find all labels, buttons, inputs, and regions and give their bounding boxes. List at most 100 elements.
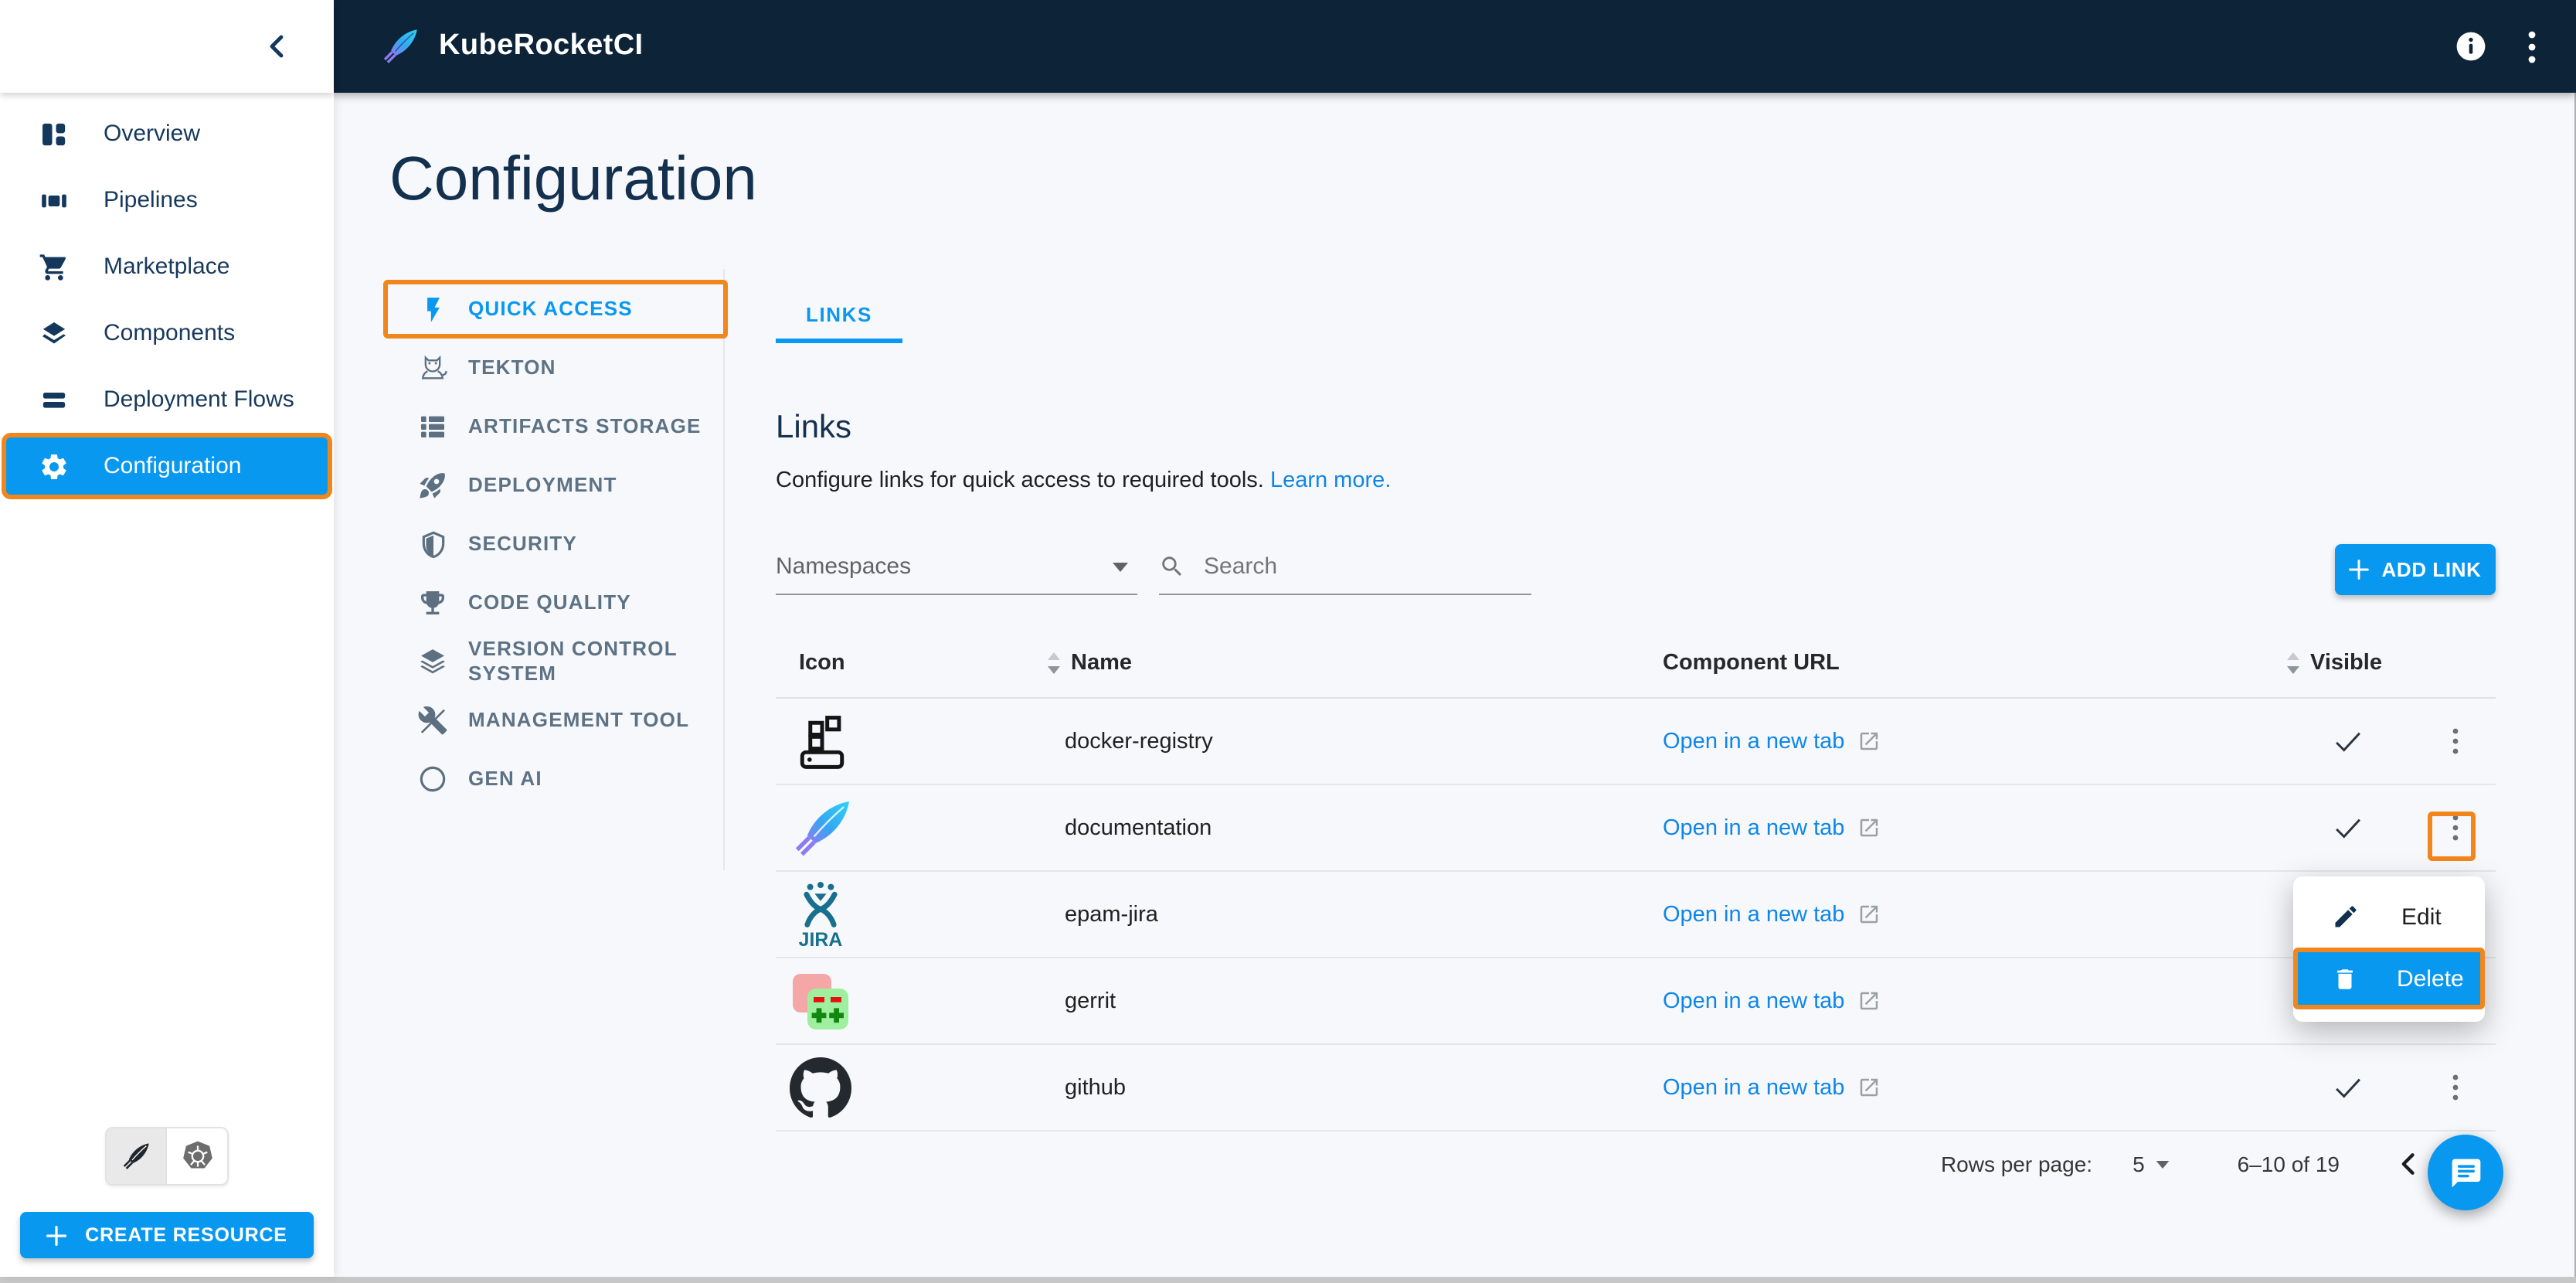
column-header-visible[interactable]: Visible — [2281, 651, 2414, 676]
chat-fab-button[interactable] — [2428, 1135, 2503, 1210]
row-actions-kebab-button-open[interactable] — [2442, 808, 2467, 847]
submenu-item-code-quality[interactable]: CODE QUALITY — [383, 573, 728, 632]
shopping-cart-icon — [37, 250, 71, 284]
external-link-icon — [1857, 816, 1880, 839]
links-description-text: Configure links for quick access to requ… — [776, 468, 1264, 493]
header-actions — [2455, 30, 2536, 63]
docker-registry-icon — [776, 710, 1042, 772]
jira-icon: JIRA — [776, 880, 1042, 948]
tools-icon — [417, 705, 448, 736]
context-menu-edit[interactable]: Edit — [2293, 886, 2485, 948]
github-icon — [776, 1057, 1042, 1118]
learn-more-link[interactable]: Learn more. — [1270, 468, 1391, 493]
submenu-item-label: DEPLOYMENT — [468, 473, 617, 496]
sidebar-collapse-button[interactable] — [260, 28, 294, 65]
info-button[interactable] — [2455, 31, 2486, 62]
gear-icon — [37, 449, 71, 483]
rows-per-page-select[interactable]: 5 — [2133, 1152, 2170, 1176]
submenu-item-tekton[interactable]: TEKTON — [383, 339, 728, 397]
sort-arrows-icon[interactable] — [2287, 652, 2299, 674]
sidebar-item-pipelines[interactable]: Pipelines — [0, 167, 334, 233]
sort-arrows-icon[interactable] — [1048, 652, 1060, 674]
link-name: github — [1065, 1075, 1127, 1100]
row-actions-kebab-button[interactable] — [2442, 1068, 2467, 1107]
submenu-item-security[interactable]: SECURITY — [383, 515, 728, 573]
kubernetes-icon — [180, 1139, 214, 1173]
link-name: docker-registry — [1065, 729, 1213, 754]
visible-checkmark-icon — [2281, 727, 2414, 755]
add-link-label: ADD LINK — [2381, 558, 2482, 581]
table-controls: Namespaces Search ADD LINK — [776, 544, 2496, 595]
tab-links[interactable]: LINKS — [776, 289, 902, 343]
trash-icon — [2332, 965, 2358, 992]
shield-icon — [417, 529, 448, 560]
rocket-icon — [417, 470, 448, 501]
pencil-icon — [2332, 903, 2360, 931]
submenu-item-label: CODE QUALITY — [468, 590, 631, 614]
sidebar-item-label: Marketplace — [104, 254, 230, 280]
submenu-item-management-tool[interactable]: MANAGEMENT TOOL — [383, 691, 728, 750]
row-actions-kebab-button[interactable] — [2442, 722, 2467, 761]
submenu-item-label: ARTIFACTS STORAGE — [468, 414, 702, 437]
submenu-item-label: SECURITY — [468, 532, 578, 555]
submenu-item-version-control-system[interactable]: VERSION CONTROL SYSTEM — [383, 632, 728, 691]
info-icon — [2455, 31, 2486, 62]
context-menu-delete[interactable]: Delete — [2293, 948, 2485, 1009]
page-title: Configuration — [389, 145, 757, 213]
links-heading: Links — [776, 410, 852, 445]
tab-links-label: LINKS — [806, 302, 872, 325]
documentation-feather-icon — [776, 795, 1042, 860]
search-icon — [1159, 553, 1185, 580]
sidebar-item-label: Pipelines — [104, 187, 198, 213]
submenu-item-deployment[interactable]: DEPLOYMENT — [383, 456, 728, 515]
rows-per-page-label: Rows per page: — [1940, 1152, 2093, 1176]
sidebar-item-configuration[interactable]: Configuration — [2, 433, 332, 499]
open-in-new-tab-link[interactable]: Open in a new tab — [1663, 815, 1844, 840]
configuration-submenu: QUICK ACCESS TEKTON ARTIFACTS STORAGE DE… — [334, 269, 728, 870]
external-link-icon — [1857, 730, 1880, 753]
open-in-new-tab-link[interactable]: Open in a new tab — [1663, 989, 1844, 1013]
sidebar-item-overview[interactable]: Overview — [0, 100, 334, 167]
sidebar-item-components[interactable]: Components — [0, 300, 334, 366]
layers-icon — [417, 646, 448, 677]
submenu-item-quick-access[interactable]: QUICK ACCESS — [383, 280, 728, 339]
submenu-item-artifacts-storage[interactable]: ARTIFACTS STORAGE — [383, 397, 728, 456]
column-header-name[interactable]: Name — [1042, 651, 1640, 676]
sidebar-nav: Overview Pipelines Marketplace Component… — [0, 93, 334, 1127]
sidebar-header — [0, 0, 334, 93]
trophy-icon — [417, 587, 448, 618]
table-row: JIRA epam-jira Open in a new tab — [776, 872, 2496, 958]
open-in-new-tab-link[interactable]: Open in a new tab — [1663, 729, 1844, 754]
create-resource-button[interactable]: CREATE RESOURCE — [20, 1212, 314, 1258]
table-row: docker-registry Open in a new tab — [776, 699, 2496, 785]
open-in-new-tab-link[interactable]: Open in a new tab — [1663, 902, 1844, 927]
kubernetes-view-toggle-button[interactable] — [167, 1128, 227, 1184]
previous-page-button[interactable] — [2395, 1150, 2423, 1178]
plus-icon — [46, 1225, 67, 1245]
sidebar-item-label: Configuration — [104, 453, 242, 479]
context-menu-edit-label: Edit — [2401, 904, 2442, 930]
link-name: epam-jira — [1065, 902, 1158, 927]
search-field — [1159, 552, 1531, 595]
storage-list-icon — [417, 411, 448, 442]
chat-icon — [2449, 1155, 2483, 1189]
submenu-item-label: VERSION CONTROL SYSTEM — [468, 637, 678, 685]
visible-checkmark-icon — [2281, 1074, 2414, 1101]
sidebar-item-deployment-flows[interactable]: Deployment Flows — [0, 366, 334, 433]
open-in-new-tab-link[interactable]: Open in a new tab — [1663, 1075, 1844, 1100]
krci-view-toggle-button[interactable] — [107, 1128, 167, 1184]
view-toggle-group — [105, 1127, 229, 1186]
namespaces-select[interactable]: Namespaces — [776, 553, 1137, 595]
components-layers-icon — [37, 316, 71, 350]
search-input[interactable] — [1201, 552, 1485, 581]
column-header-icon: Icon — [799, 651, 845, 676]
submenu-item-label: TEKTON — [468, 356, 556, 379]
header-menu-button[interactable] — [2528, 30, 2536, 63]
context-menu-delete-label: Delete — [2397, 965, 2464, 992]
sidebar-footer: CREATE RESOURCE — [0, 1127, 334, 1277]
submenu-item-gen-ai[interactable]: GEN AI — [383, 750, 728, 808]
submenu-item-label: MANAGEMENT TOOL — [468, 708, 690, 731]
sidebar-item-marketplace[interactable]: Marketplace — [0, 233, 334, 300]
add-link-button[interactable]: ADD LINK — [2335, 544, 2496, 595]
caret-down-icon — [2156, 1160, 2170, 1168]
